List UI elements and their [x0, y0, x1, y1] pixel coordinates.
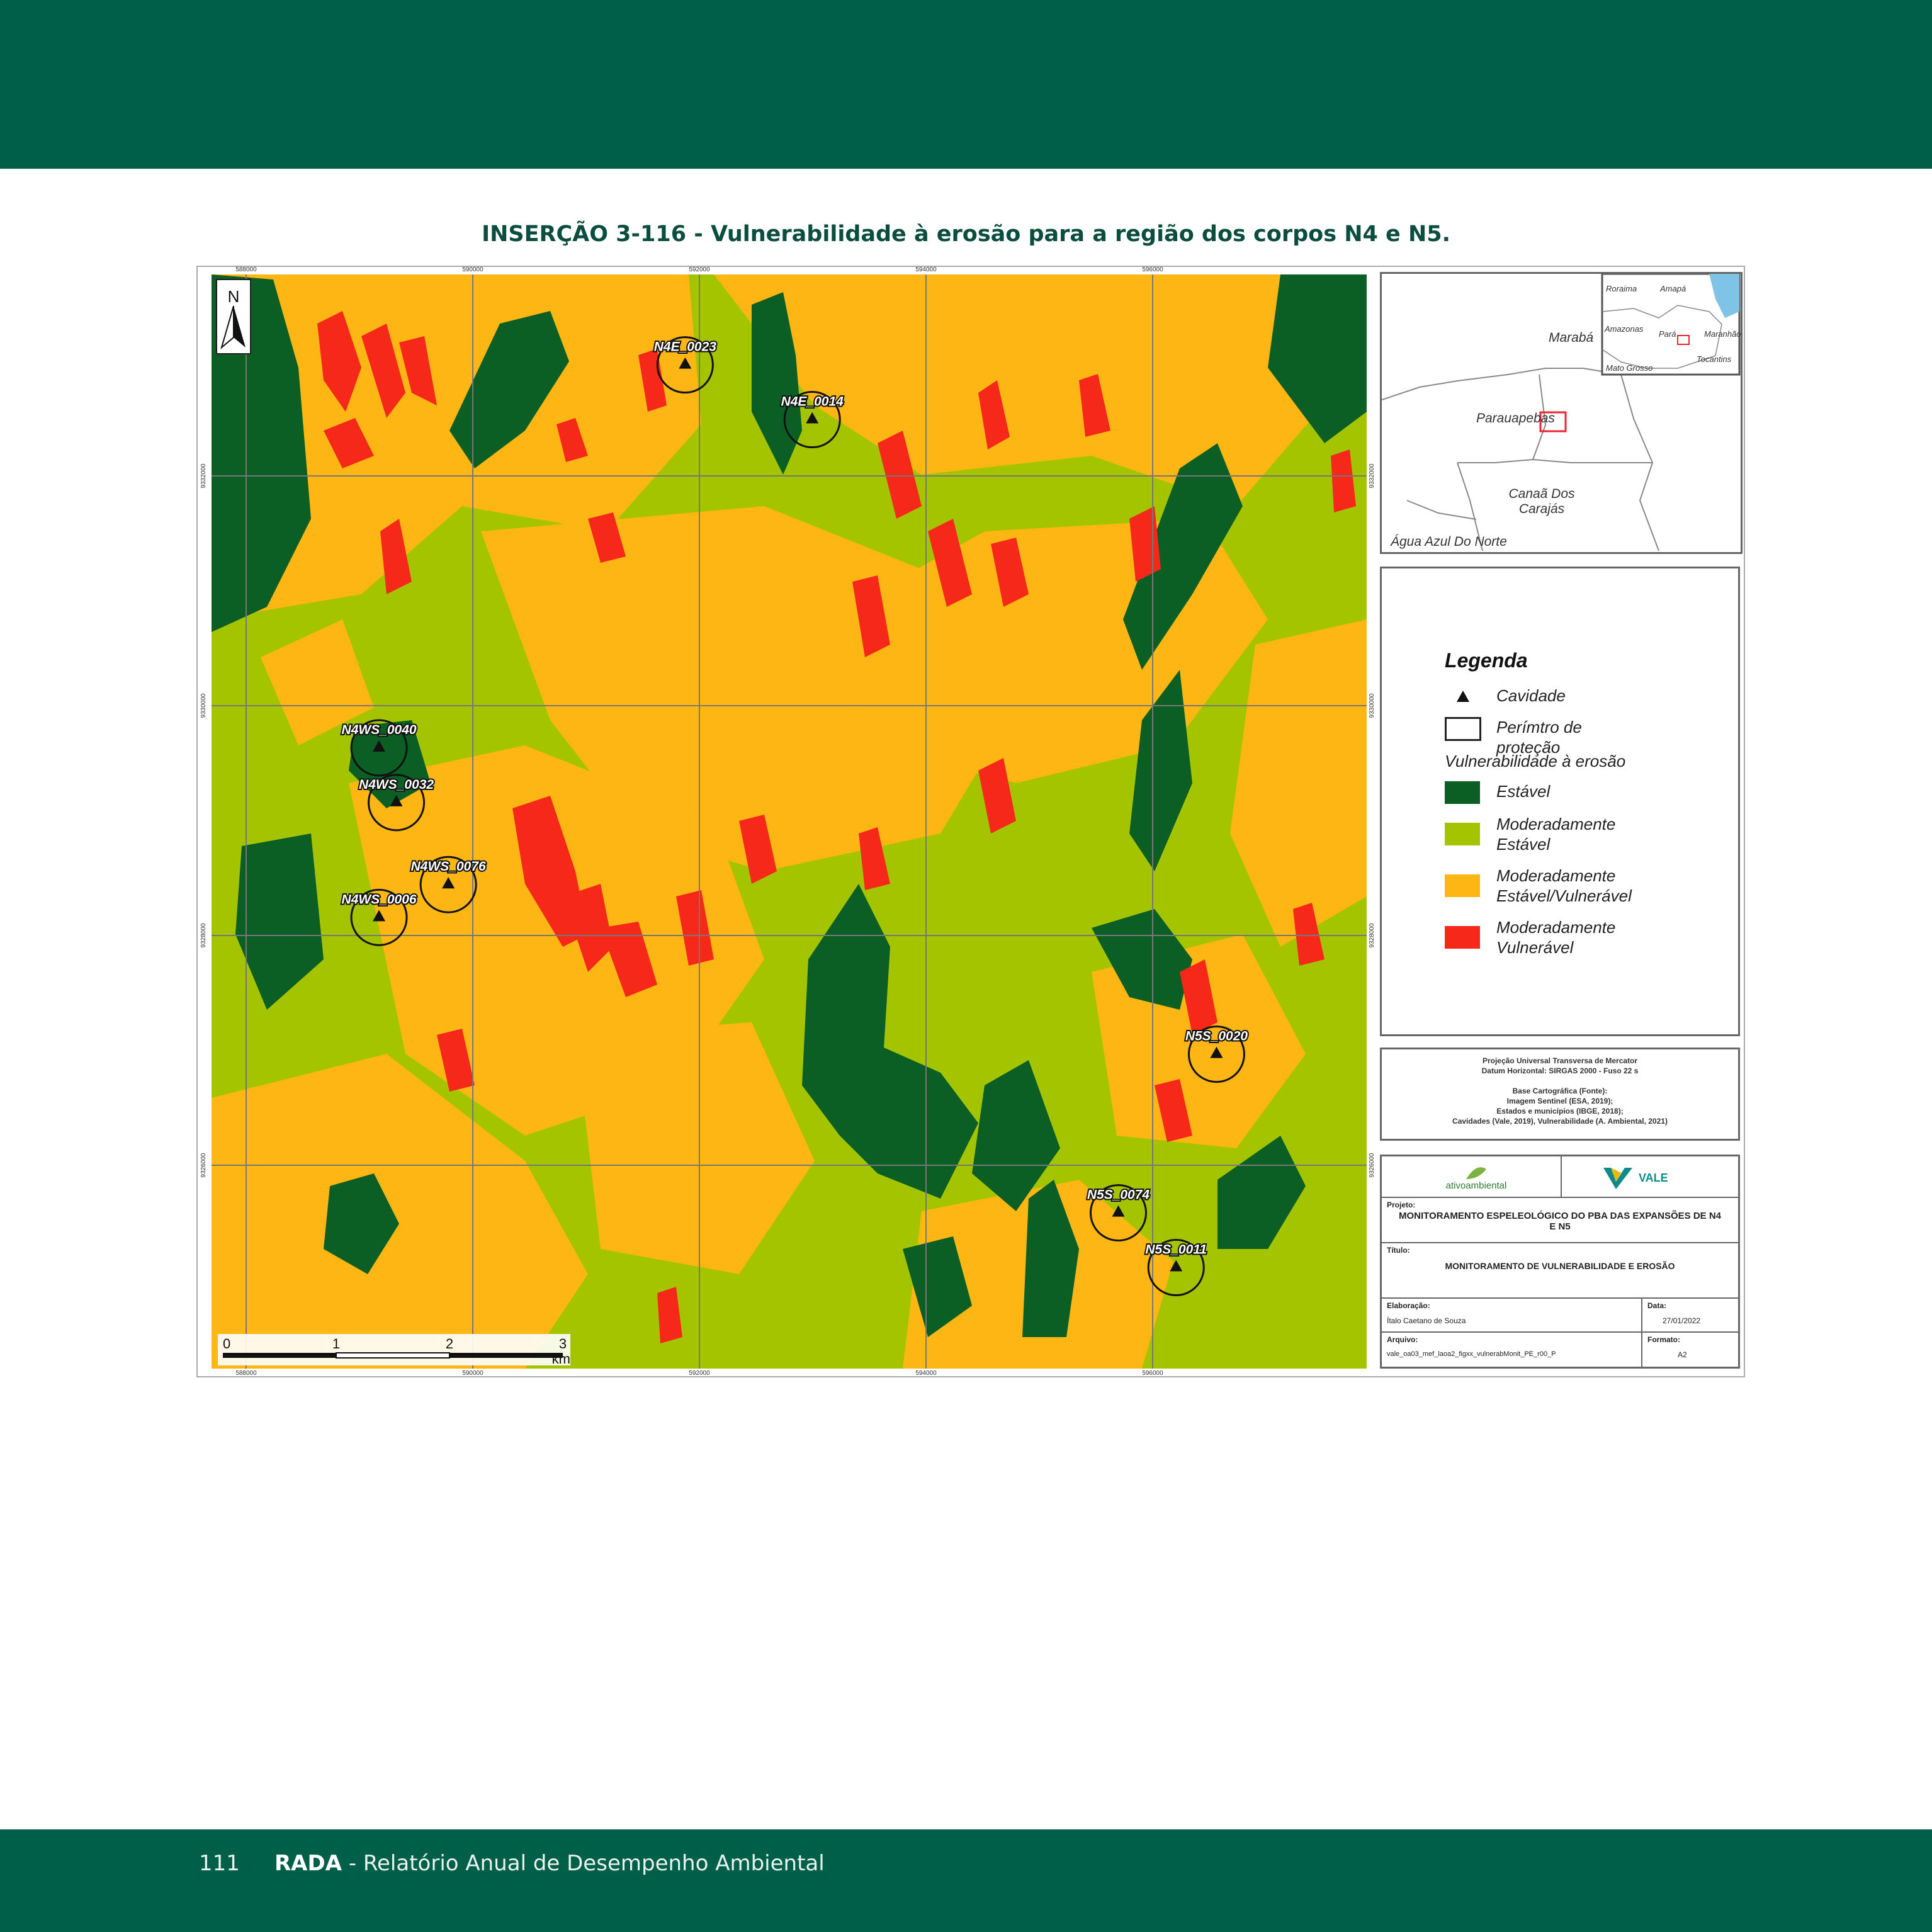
footer-title: RADA - Relatório Anual de Desempenho Amb… — [274, 1851, 825, 1876]
y-tick-label: 9328000 — [200, 923, 207, 947]
svg-text:Roraima: Roraima — [1606, 284, 1637, 293]
svg-text:Tocantins: Tocantins — [1697, 354, 1732, 364]
legend-row-moderately-stable: Moderadamente Estável — [1445, 814, 1697, 858]
y-tick-label: 9332000 — [1369, 463, 1376, 488]
vale-logo: VALE — [1602, 1164, 1703, 1192]
scale-label: 2 — [446, 1336, 453, 1352]
x-tick-label: 588000 — [235, 1370, 257, 1376]
x-tick-label: 590000 — [462, 1370, 483, 1376]
perimeter-swatch — [1445, 717, 1481, 741]
x-tick-label: 596000 — [1142, 1370, 1163, 1376]
y-tick-label: 9328000 — [1369, 923, 1376, 947]
header-band — [0, 0, 1932, 169]
svg-text:Amapá: Amapá — [1659, 284, 1686, 293]
figure-title: INSERÇÃO 3-116 - Vulnerabilidade à erosã… — [482, 222, 1450, 247]
y-tick-label: 9330000 — [200, 693, 207, 718]
y-tick-label: 9326000 — [1369, 1153, 1376, 1177]
place-label-parauapebas: Parauapebas — [1476, 411, 1555, 426]
cave-label: N4WS_0076 — [411, 859, 486, 874]
legend-row-stable: Estável — [1445, 781, 1697, 806]
map-canvas[interactable]: N4E_0023 N4E_0014 N4WS_0040 N4WS_0032 N4WS_0… — [212, 274, 1367, 1369]
svg-text:Mato Grosso: Mato Grosso — [1606, 363, 1652, 373]
north-label: N — [228, 287, 240, 306]
x-tick-label: 588000 — [235, 267, 257, 273]
scale-label: 0 — [223, 1336, 230, 1352]
scale-unit: km — [552, 1351, 570, 1367]
place-label-maraba: Marabá — [1549, 330, 1594, 345]
svg-text:Pará: Pará — [1659, 329, 1676, 339]
x-tick-label: 594000 — [915, 267, 937, 273]
place-label-agua-azul: Água Azul Do Norte — [1390, 534, 1507, 549]
map-figure-frame: N4E_0023 N4E_0014 N4WS_0040 N4WS_0032 N4WS_0… — [196, 266, 1745, 1377]
x-tick-label: 592000 — [689, 1370, 710, 1376]
title-block: ativoambiental VALE Projeto: MONITORAMEN… — [1380, 1155, 1740, 1369]
cave-label: N4WS_0006 — [342, 892, 417, 907]
cave-label: N4WS_0032 — [359, 777, 434, 792]
ativo-logo: ativoambiental — [1420, 1163, 1533, 1193]
svg-text:Maranhão: Maranhão — [1704, 329, 1741, 339]
footer-band — [0, 1829, 1932, 1932]
cave-label: N5S_0074 — [1087, 1188, 1150, 1202]
scale-bar: 0 1 2 3km — [218, 1334, 570, 1367]
location-inset: Marabá Parauapebas Canaã Dos Carajás Água… — [1380, 272, 1743, 554]
legend-box: Legenda Cavidade Perímtro de proteção Vu… — [1380, 567, 1740, 1036]
legend-title: Legenda — [1445, 649, 1528, 672]
x-tick-label: 594000 — [915, 1370, 937, 1376]
y-tick-label: 9326000 — [200, 1153, 207, 1177]
scale-label: 3 — [559, 1336, 567, 1352]
legend-row-moderately-vulnerable: Moderadamente Vulnerável — [1445, 917, 1697, 961]
x-tick-label: 590000 — [462, 267, 483, 273]
svg-text:Amazonas: Amazonas — [1604, 324, 1644, 334]
leaf-icon — [1466, 1167, 1486, 1179]
state-inset: Roraima Amapá Amazonas Pará Maranhão Mat… — [1601, 273, 1741, 376]
cave-label: N5S_0020 — [1185, 1029, 1248, 1044]
legend-row-moderately-stable-vulnerable: Moderadamente Estável/Vulnerável — [1445, 866, 1697, 910]
x-tick-label: 592000 — [689, 267, 710, 273]
y-tick-label: 9330000 — [1369, 693, 1376, 718]
place-label-canaa: Canaã Dos Carajás — [1508, 487, 1575, 516]
swatch-moderately-stable-vulnerable — [1445, 874, 1480, 897]
page-number: 111 — [199, 1851, 240, 1876]
triangle-icon — [1457, 691, 1469, 702]
cave-label: N5S_0011 — [1145, 1243, 1207, 1257]
scale-label: 1 — [332, 1336, 340, 1352]
cave-label: N4E_0014 — [781, 395, 844, 409]
cave-label: N4WS_0040 — [342, 723, 417, 737]
map-title: MONITORAMENTO DE VULNERABILIDADE E EROSÃ… — [1445, 1261, 1675, 1271]
swatch-moderately-vulnerable — [1445, 926, 1480, 949]
x-tick-label: 596000 — [1142, 267, 1163, 273]
project-name: MONITORAMENTO ESPELEOLÓGICO DO PBA DAS E… — [1398, 1211, 1721, 1232]
swatch-stable — [1445, 781, 1480, 804]
legend-section-label: Vulnerabilidade à erosão — [1445, 752, 1626, 771]
swatch-moderately-stable — [1445, 823, 1480, 845]
y-tick-label: 9332000 — [200, 463, 207, 488]
legend-row-perimeter: Perímtro de proteção — [1445, 717, 1697, 757]
vale-v-icon — [1603, 1168, 1632, 1189]
cave-label: N4E_0023 — [654, 340, 717, 354]
north-arrow: N — [216, 279, 251, 354]
technical-info-box: Projeção Universal Transversa de Mercato… — [1380, 1048, 1740, 1141]
legend-row-cave: Cavidade — [1445, 686, 1697, 708]
